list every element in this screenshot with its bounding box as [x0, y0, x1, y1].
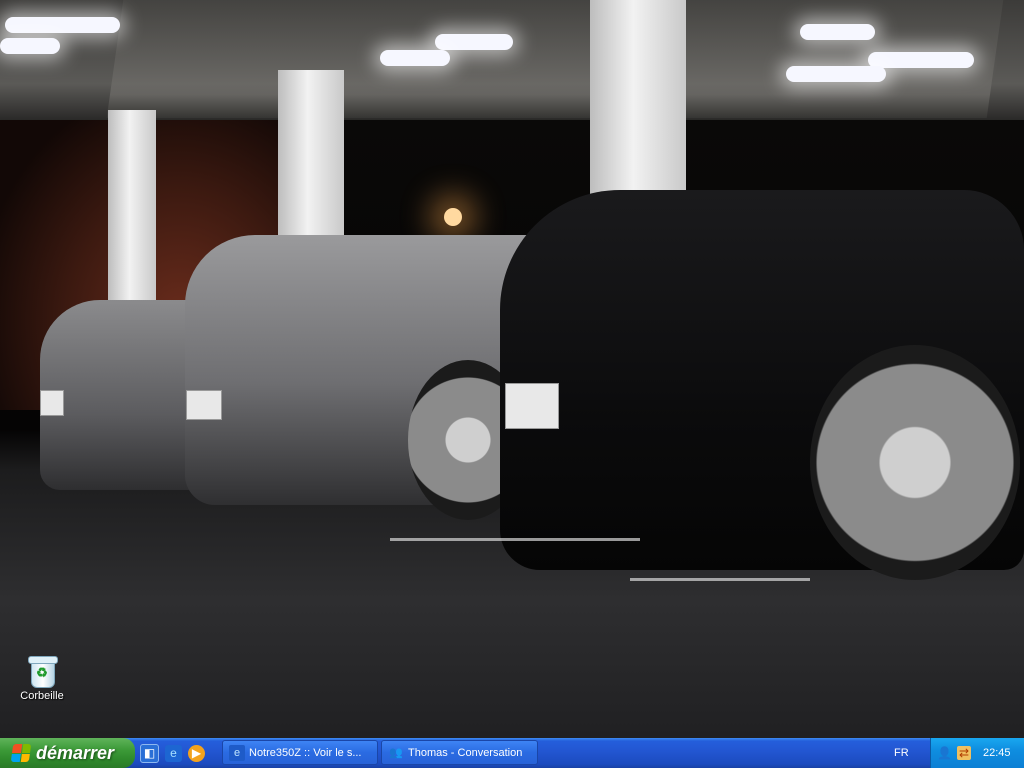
- wallpaper-license-plate: [186, 390, 222, 420]
- msn-messenger-icon[interactable]: 👤: [937, 746, 952, 760]
- language-indicator[interactable]: FR: [894, 738, 909, 768]
- internet-explorer-icon: e: [229, 744, 245, 761]
- wallpaper-street-lamp: [444, 208, 462, 226]
- start-button[interactable]: démarrer: [0, 738, 135, 768]
- desktop-wallpaper: [0, 0, 1024, 738]
- system-tray: 👤 ⇄ 22:45: [930, 738, 1024, 768]
- show-desktop-icon[interactable]: ◧: [140, 743, 159, 763]
- recycle-bin-label: Corbeille: [20, 690, 64, 702]
- taskbar-item-label: Notre350Z :: Voir le s...: [249, 746, 362, 759]
- ceiling-light: [435, 34, 513, 50]
- clock[interactable]: 22:45: [983, 747, 1011, 759]
- recycle-bin-shortcut[interactable]: ♻ Corbeille: [14, 656, 70, 702]
- ceiling-light: [5, 17, 120, 33]
- windows-logo-icon: [10, 744, 32, 762]
- taskbar-item-label: Thomas - Conversation: [408, 746, 523, 759]
- msn-messenger-icon: 👥: [389, 747, 403, 759]
- wallpaper-wheel: [810, 345, 1020, 580]
- wallpaper-license-plate: [505, 383, 559, 429]
- start-label: démarrer: [36, 742, 115, 763]
- recycle-bin-icon: ♻: [28, 656, 58, 688]
- wallpaper-ground-line: [630, 578, 810, 581]
- taskbar: démarrer ◧ e ▶ e Notre350Z :: Voir le s.…: [0, 738, 1024, 768]
- taskbar-item-conversation[interactable]: 👥 Thomas - Conversation: [381, 740, 538, 765]
- quick-launch: ◧ e ▶: [140, 738, 205, 768]
- ceiling-light: [786, 66, 886, 82]
- ceiling-light: [868, 52, 974, 68]
- taskbar-item-browser[interactable]: e Notre350Z :: Voir le s...: [222, 740, 378, 765]
- internet-explorer-icon[interactable]: e: [165, 744, 182, 762]
- ceiling-light: [800, 24, 875, 40]
- media-player-icon[interactable]: ▶: [188, 744, 205, 762]
- wallpaper-license-plate: [40, 390, 64, 416]
- ceiling-light: [380, 50, 450, 66]
- network-icon[interactable]: ⇄: [957, 746, 971, 760]
- ceiling-light: [0, 38, 60, 54]
- wallpaper-ground-line: [390, 538, 640, 541]
